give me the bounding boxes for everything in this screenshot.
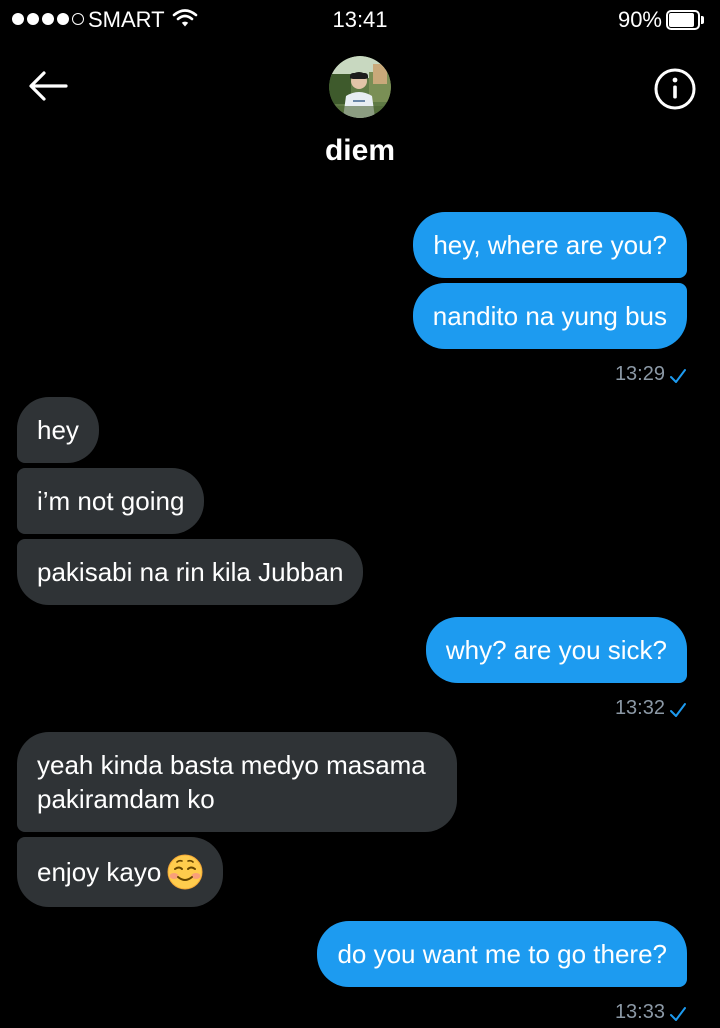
outgoing-message-bubble[interactable]: do you want me to go there?	[317, 921, 687, 987]
timestamp-text: 13:29	[614, 363, 665, 385]
incoming-message-bubble[interactable]: pakisabi na rin kila Jubban	[17, 539, 364, 605]
outgoing-message-bubble[interactable]: hey, where are you?	[413, 212, 687, 278]
timestamp-text: 13:33	[614, 1001, 665, 1023]
message-timestamp: 13:33	[615, 1000, 687, 1024]
info-button[interactable]	[652, 66, 698, 112]
message-timestamp: 13:29	[615, 362, 687, 386]
outgoing-message-bubble[interactable]: nandito na yung bus	[412, 283, 687, 349]
incoming-message-bubble[interactable]: i’m not going	[17, 468, 205, 534]
incoming-message-bubble[interactable]: yeah kinda basta medyo masama pakiramdam…	[17, 732, 457, 832]
contact-avatar[interactable]	[329, 56, 391, 118]
timestamp-text: 13:32	[614, 697, 665, 719]
arrow-left-icon	[28, 70, 68, 107]
info-circle-icon	[652, 68, 698, 116]
incoming-message-text: enjoy kayo	[37, 857, 162, 887]
incoming-message-group: yeah kinda basta medyo masama pakiramdam…	[0, 732, 457, 907]
incoming-message-bubble[interactable]: enjoy kayo	[17, 837, 224, 907]
check-icon	[669, 1004, 687, 1021]
back-button[interactable]	[26, 68, 70, 108]
message-timestamp: 13:32	[615, 696, 687, 720]
check-icon	[669, 700, 687, 717]
battery-icon	[666, 10, 706, 30]
incoming-message-group: hey i’m not going pakisabi na rin kila J…	[0, 397, 364, 605]
outgoing-message-group: hey, where are you? nandito na yung bus …	[412, 212, 720, 386]
check-icon	[669, 366, 687, 383]
smiling-face-icon	[167, 854, 203, 890]
outgoing-message-group: why? are you sick? 13:32	[425, 617, 720, 720]
contact-name[interactable]: diem	[0, 134, 720, 168]
status-clock: 13:41	[332, 7, 388, 32]
status-bar: SMART 13:41 90%	[0, 0, 720, 40]
battery-fill	[669, 13, 694, 27]
incoming-message-bubble[interactable]: hey	[17, 397, 99, 463]
battery-percentage: 90%	[617, 7, 662, 32]
outgoing-message-bubble[interactable]: why? are you sick?	[425, 617, 687, 683]
outgoing-message-group: do you want me to go there? 13:33	[317, 921, 720, 1024]
